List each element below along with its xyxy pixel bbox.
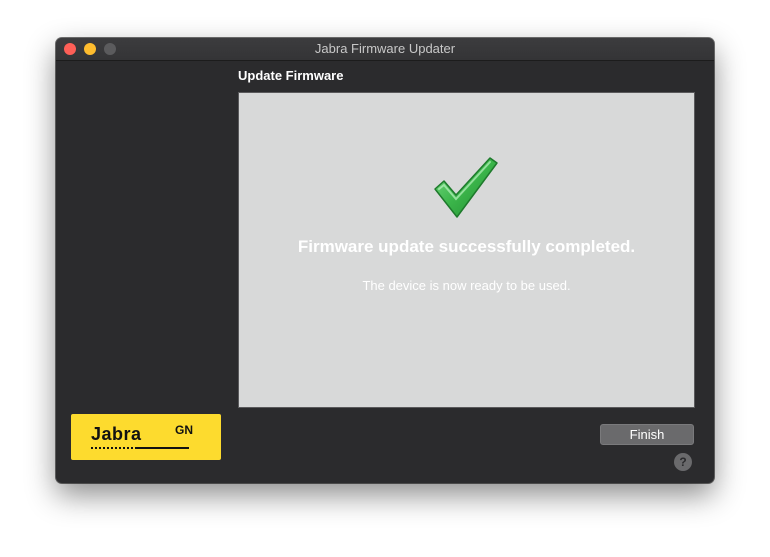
success-detail: The device is now ready to be used. — [362, 278, 571, 293]
logo-brand-text: Jabra — [91, 424, 142, 444]
app-window: Jabra Firmware Updater Update Firmware F… — [56, 38, 714, 483]
checkmark-icon — [434, 157, 498, 218]
finish-button[interactable]: Finish — [600, 424, 694, 445]
window-title: Jabra Firmware Updater — [314, 41, 456, 56]
title-bar[interactable]: Jabra Firmware Updater — [56, 38, 714, 61]
section-title: Update Firmware — [238, 68, 344, 83]
help-button[interactable]: ? — [674, 453, 692, 471]
success-message: Firmware update successfully completed. — [297, 237, 636, 256]
logo-solid-line — [135, 447, 189, 449]
status-panel: Firmware update successfully completed. … — [238, 92, 695, 408]
jabra-gn-logo: Jabra GN — [71, 414, 221, 460]
logo-gn-text: GN — [175, 423, 193, 437]
